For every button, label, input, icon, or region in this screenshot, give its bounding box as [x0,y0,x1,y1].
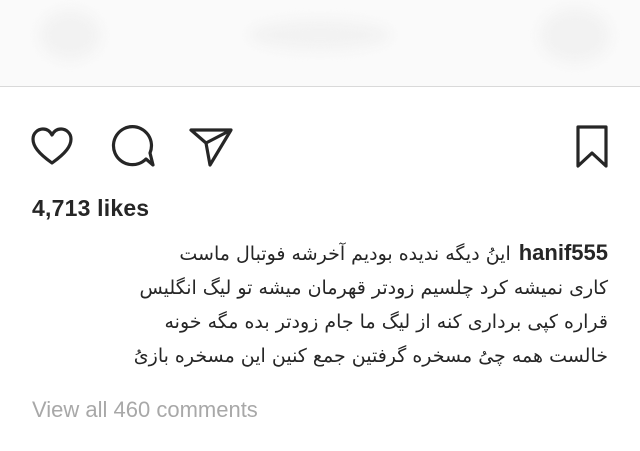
post-image-area [0,0,640,87]
blurred-shape [40,10,100,60]
comment-bubble-icon[interactable] [110,124,156,168]
action-bar [0,118,640,176]
bookmark-outline-icon[interactable] [574,124,610,170]
caption-line-3: قراره کپی برداری کنه از لیگ ما جام زودتر… [164,311,609,333]
blurred-shape [250,20,390,50]
caption-line-2: کاری نمیشه کرد چلسیم زودتر قهرمان میشه ت… [139,277,608,299]
post-caption: hanif555 اینُ دیگه ندیده بودیم آخرشه فوتب… [28,236,608,373]
view-all-comments-link[interactable]: View all 460 comments [32,397,258,423]
caption-username[interactable]: hanif555 [519,240,608,265]
likes-count[interactable]: 4,713 likes [32,195,149,222]
caption-line-1: hanif555 اینُ دیگه ندیده بودیم آخرشه فوتب… [28,236,608,271]
paper-plane-icon[interactable] [188,126,234,168]
caption-line-4: خالست همه چیُ مسخره گرفتین جمع کنین این … [133,345,608,367]
caption-text-1: اینُ دیگه ندیده بودیم آخرشه فوتبال ماست [179,243,511,265]
heart-outline-icon[interactable] [30,126,74,166]
blurred-shape [540,8,610,63]
